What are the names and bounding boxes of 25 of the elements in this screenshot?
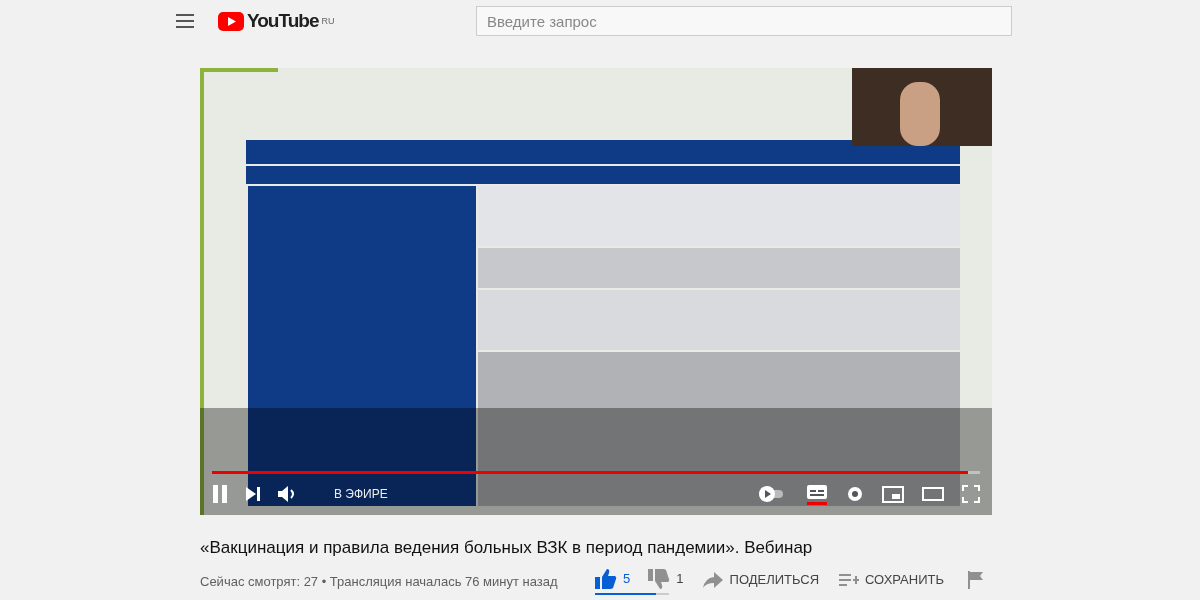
like-button[interactable]: 5 bbox=[595, 568, 631, 589]
video-title: «Вакцинация и правила ведения больных ВЗК в период пандемии». Вебинар bbox=[200, 537, 814, 559]
view-info: Сейчас смотрят: 27 • Трансляция началась 76 минут назад bbox=[200, 572, 558, 591]
miniplayer-button[interactable] bbox=[882, 485, 904, 503]
share-icon bbox=[701, 570, 724, 589]
live-label: В ЭФИРЕ bbox=[334, 486, 388, 503]
add-to-playlist-icon bbox=[839, 571, 859, 588]
fullscreen-button[interactable] bbox=[962, 485, 980, 503]
report-button[interactable] bbox=[968, 570, 984, 589]
thumbs-down-icon bbox=[648, 568, 671, 589]
logo-text[interactable]: YouTube bbox=[247, 6, 319, 36]
theater-button[interactable] bbox=[922, 487, 944, 501]
search-field[interactable]: Введите запрос bbox=[476, 6, 1012, 36]
share-button[interactable]: ПОДЕЛИТЬСЯ bbox=[701, 569, 819, 590]
subtitles-button[interactable] bbox=[806, 483, 828, 505]
dislike-button[interactable]: 1 bbox=[648, 568, 684, 589]
flag-icon bbox=[968, 570, 984, 589]
play-logo-icon bbox=[218, 11, 244, 31]
menu-icon[interactable] bbox=[176, 14, 194, 28]
settings-button[interactable] bbox=[846, 485, 864, 503]
save-button[interactable]: СОХРАНИТЬ bbox=[839, 569, 944, 590]
region-label: RU bbox=[321, 14, 335, 28]
pause-button[interactable] bbox=[212, 485, 228, 503]
next-button[interactable] bbox=[246, 487, 260, 501]
thumbs-up-icon bbox=[595, 568, 618, 589]
